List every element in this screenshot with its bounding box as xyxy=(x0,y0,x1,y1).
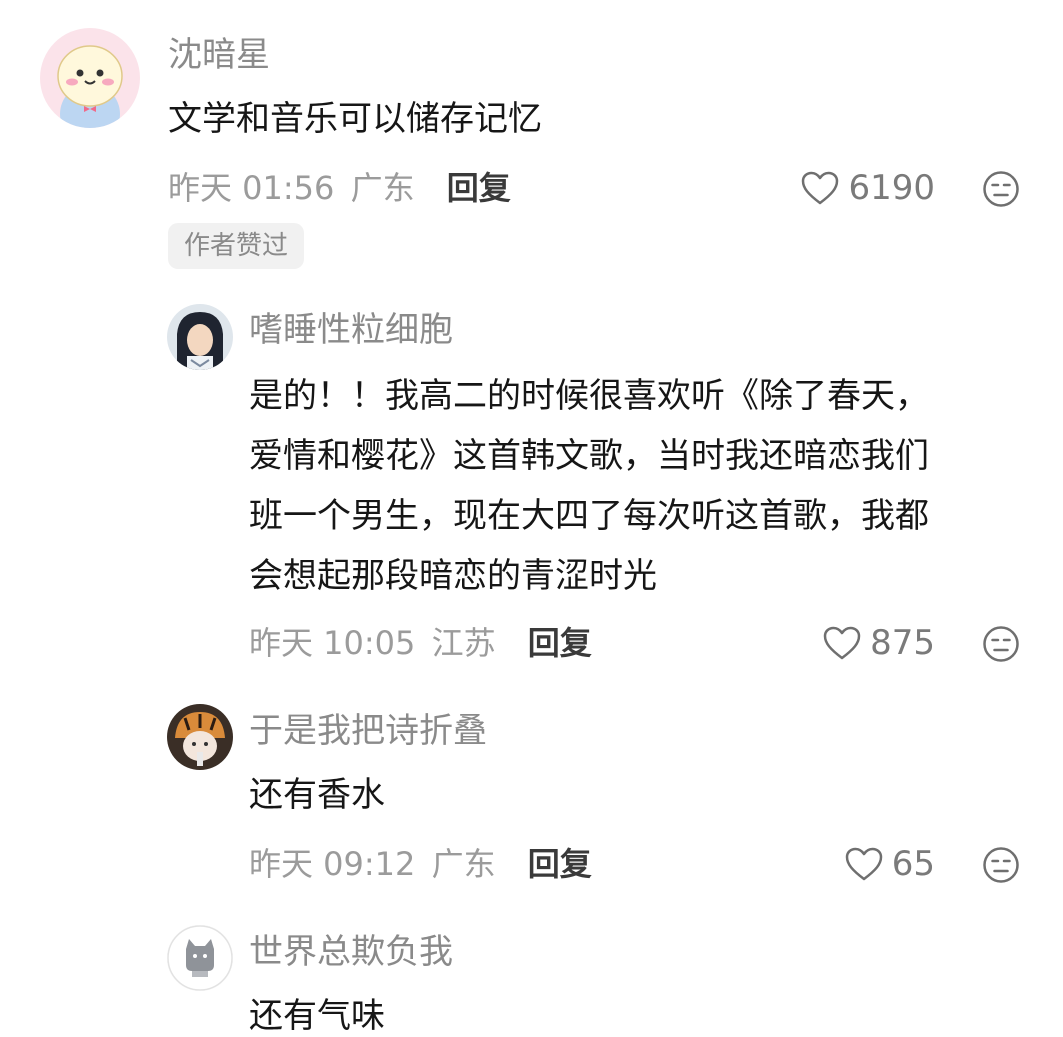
comment-meta: 昨天 10:05 江苏 回复 xyxy=(249,627,592,659)
like-count: 65 xyxy=(891,844,935,884)
dislike-button[interactable] xyxy=(982,625,1020,663)
user-avatar[interactable] xyxy=(167,304,233,370)
neutral-face-icon xyxy=(983,626,1019,662)
user-avatar[interactable] xyxy=(167,704,233,770)
tiger-hat-avatar-icon xyxy=(167,704,233,770)
user-avatar[interactable] xyxy=(40,28,140,128)
comment-thread: 沈暗星 文学和音乐可以储存记忆 昨天 01:56 广东 回复 6190 作者赞过… xyxy=(0,0,1063,1037)
cartoon-chick-avatar-icon xyxy=(40,28,140,128)
comment-meta: 昨天 09:12 广东 回复 xyxy=(249,848,592,880)
comment-location: 广东 xyxy=(350,169,415,207)
heart-icon xyxy=(845,847,882,881)
comment-time: 昨天 10:05 xyxy=(249,624,416,662)
comment-location: 广东 xyxy=(431,845,496,883)
comment-location: 江苏 xyxy=(431,624,496,662)
comment-text-line: 是的！！我高二的时候很喜欢听《除了春天， xyxy=(249,376,929,416)
username[interactable]: 嗜睡性粒细胞 xyxy=(249,313,453,347)
neutral-face-icon xyxy=(983,171,1019,207)
like-count: 6190 xyxy=(848,168,935,208)
reply-button[interactable]: 回复 xyxy=(447,169,511,207)
dislike-button[interactable] xyxy=(982,170,1020,208)
comment-text-line: 班一个男生，现在大四了每次听这首歌，我都 xyxy=(249,496,929,536)
reply-button[interactable]: 回复 xyxy=(528,845,592,883)
username[interactable]: 世界总欺负我 xyxy=(249,935,453,969)
anime-character-avatar-icon xyxy=(167,304,233,370)
like-button[interactable]: 875 xyxy=(822,623,935,663)
comment-text: 文学和音乐可以储存记忆 xyxy=(168,99,542,139)
comment-text: 还有香水 xyxy=(249,775,385,815)
like-count: 875 xyxy=(870,623,935,663)
comment-text-line: 爱情和樱花》这首韩文歌，当时我还暗恋我们 xyxy=(249,436,929,476)
gray-cat-avatar-icon xyxy=(167,925,233,991)
neutral-face-icon xyxy=(983,847,1019,883)
username[interactable]: 沈暗星 xyxy=(168,38,270,72)
heart-icon xyxy=(823,626,861,660)
comment-text-line: 会想起那段暗恋的青涩时光 xyxy=(249,556,657,596)
user-avatar[interactable] xyxy=(167,925,233,991)
reply-button[interactable]: 回复 xyxy=(528,624,592,662)
author-liked-badge: 作者赞过 xyxy=(168,223,305,269)
like-button[interactable]: 65 xyxy=(844,844,935,884)
comment-time: 昨天 09:12 xyxy=(249,845,416,883)
like-button[interactable]: 6190 xyxy=(800,168,935,208)
comment-meta: 昨天 01:56 广东 回复 xyxy=(168,172,511,204)
dislike-button[interactable] xyxy=(982,846,1020,884)
comment-time: 昨天 01:56 xyxy=(168,169,335,207)
comment-text: 还有气味 xyxy=(249,996,385,1036)
username[interactable]: 于是我把诗折叠 xyxy=(249,714,487,748)
heart-icon xyxy=(802,171,839,205)
